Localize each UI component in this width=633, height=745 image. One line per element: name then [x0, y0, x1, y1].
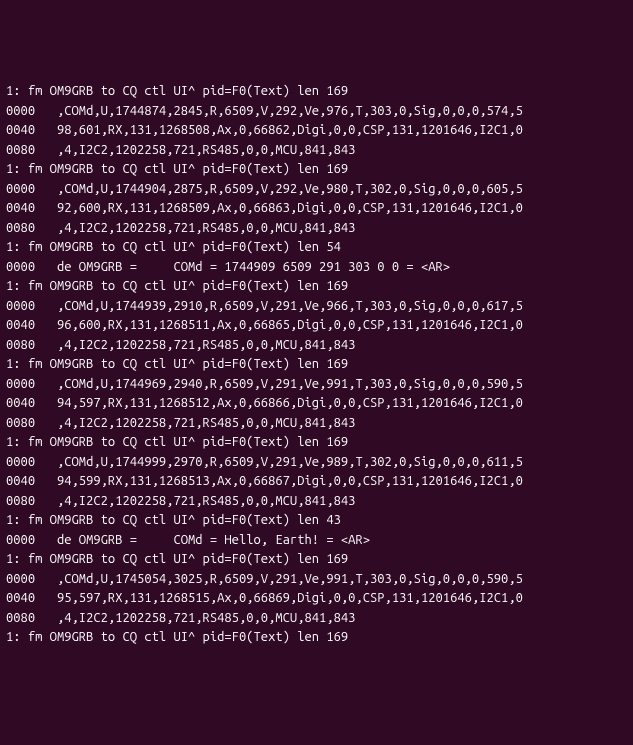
terminal-line: 0000 de OM9GRB = COMd = 1744909 6509 291…	[6, 258, 627, 278]
terminal-line: 1: fm OM9GRB to CQ ctl UI^ pid=F0(Text) …	[6, 238, 627, 258]
terminal-line: 0080 ,4,I2C2,1202258,721,RS485,0,0,MCU,8…	[6, 336, 627, 356]
terminal-line: 1: fm OM9GRB to CQ ctl UI^ pid=F0(Text) …	[6, 433, 627, 453]
terminal-line: 0000 ,COMd,U,1744904,2875,R,6509,V,292,V…	[6, 180, 627, 200]
terminal-line: 0000 ,COMd,U,1744939,2910,R,6509,V,291,V…	[6, 297, 627, 317]
terminal-line: 0080 ,4,I2C2,1202258,721,RS485,0,0,MCU,8…	[6, 492, 627, 512]
terminal-line: 1: fm OM9GRB to CQ ctl UI^ pid=F0(Text) …	[6, 628, 627, 648]
terminal-line: 0040 95,597,RX,131,1268515,Ax,0,66869,Di…	[6, 589, 627, 609]
terminal-line: 1: fm OM9GRB to CQ ctl UI^ pid=F0(Text) …	[6, 355, 627, 375]
terminal-line: 0080 ,4,I2C2,1202258,721,RS485,0,0,MCU,8…	[6, 219, 627, 239]
terminal-line: 0040 94,599,RX,131,1268513,Ax,0,66867,Di…	[6, 472, 627, 492]
terminal-line: 0080 ,4,I2C2,1202258,721,RS485,0,0,MCU,8…	[6, 609, 627, 629]
terminal-line: 1: fm OM9GRB to CQ ctl UI^ pid=F0(Text) …	[6, 511, 627, 531]
terminal-line: 1: fm OM9GRB to CQ ctl UI^ pid=F0(Text) …	[6, 277, 627, 297]
terminal-line: 0000 ,COMd,U,1744999,2970,R,6509,V,291,V…	[6, 453, 627, 473]
terminal-line: 0080 ,4,I2C2,1202258,721,RS485,0,0,MCU,8…	[6, 414, 627, 434]
terminal-line: 0040 94,597,RX,131,1268512,Ax,0,66866,Di…	[6, 394, 627, 414]
terminal-line: 0000 de OM9GRB = COMd = Hello, Earth! = …	[6, 531, 627, 551]
terminal-line: 0040 98,601,RX,131,1268508,Ax,0,66862,Di…	[6, 121, 627, 141]
terminal-line: 0040 92,600,RX,131,1268509,Ax,0,66863,Di…	[6, 199, 627, 219]
terminal-line: 1: fm OM9GRB to CQ ctl UI^ pid=F0(Text) …	[6, 82, 627, 102]
terminal-line: 0000 ,COMd,U,1745054,3025,R,6509,V,291,V…	[6, 570, 627, 590]
terminal-line: 0080 ,4,I2C2,1202258,721,RS485,0,0,MCU,8…	[6, 141, 627, 161]
terminal-output: 1: fm OM9GRB to CQ ctl UI^ pid=F0(Text) …	[6, 82, 627, 648]
terminal-line: 0000 ,COMd,U,1744969,2940,R,6509,V,291,V…	[6, 375, 627, 395]
terminal-line: 1: fm OM9GRB to CQ ctl UI^ pid=F0(Text) …	[6, 550, 627, 570]
terminal-line: 1: fm OM9GRB to CQ ctl UI^ pid=F0(Text) …	[6, 160, 627, 180]
terminal-line: 0000 ,COMd,U,1744874,2845,R,6509,V,292,V…	[6, 102, 627, 122]
terminal-line: 0040 96,600,RX,131,1268511,Ax,0,66865,Di…	[6, 316, 627, 336]
